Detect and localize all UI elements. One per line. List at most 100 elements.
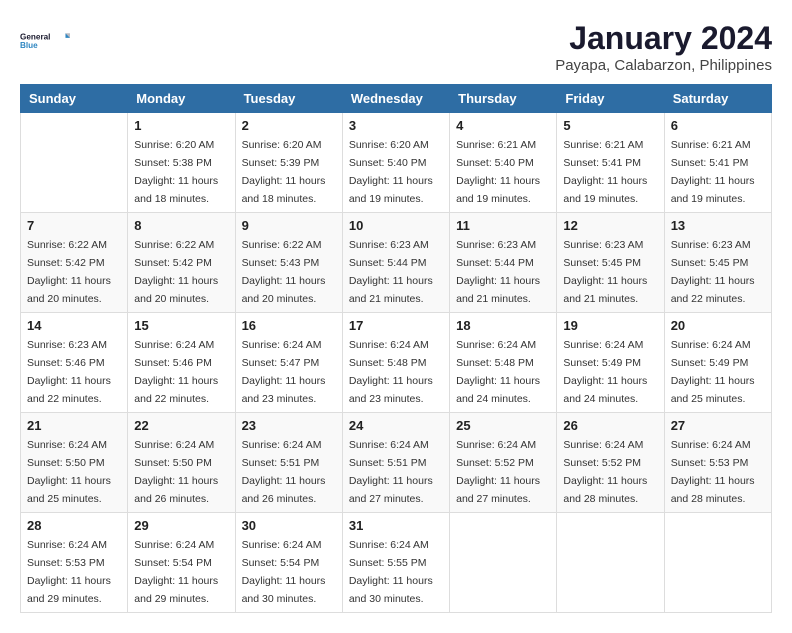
calendar-cell: 17 Sunrise: 6:24 AMSunset: 5:48 PMDaylig… bbox=[342, 313, 449, 413]
day-info: Sunrise: 6:23 AMSunset: 5:46 PMDaylight:… bbox=[27, 339, 111, 405]
calendar-week-row: 14 Sunrise: 6:23 AMSunset: 5:46 PMDaylig… bbox=[21, 313, 772, 413]
svg-text:Blue: Blue bbox=[20, 41, 38, 50]
calendar-cell: 24 Sunrise: 6:24 AMSunset: 5:51 PMDaylig… bbox=[342, 413, 449, 513]
calendar-cell bbox=[21, 113, 128, 213]
calendar-cell: 11 Sunrise: 6:23 AMSunset: 5:44 PMDaylig… bbox=[450, 213, 557, 313]
day-info: Sunrise: 6:24 AMSunset: 5:49 PMDaylight:… bbox=[671, 339, 755, 405]
day-number: 2 bbox=[242, 118, 336, 133]
calendar-cell: 6 Sunrise: 6:21 AMSunset: 5:41 PMDayligh… bbox=[664, 113, 771, 213]
day-info: Sunrise: 6:24 AMSunset: 5:47 PMDaylight:… bbox=[242, 339, 326, 405]
day-info: Sunrise: 6:24 AMSunset: 5:50 PMDaylight:… bbox=[27, 439, 111, 505]
day-number: 31 bbox=[349, 518, 443, 533]
weekday-header-thursday: Thursday bbox=[450, 85, 557, 113]
day-number: 9 bbox=[242, 218, 336, 233]
weekday-header-friday: Friday bbox=[557, 85, 664, 113]
day-number: 4 bbox=[456, 118, 550, 133]
page-header: General Blue January 2024 Payapa, Calaba… bbox=[20, 20, 772, 74]
calendar-cell: 9 Sunrise: 6:22 AMSunset: 5:43 PMDayligh… bbox=[235, 213, 342, 313]
svg-text:General: General bbox=[20, 33, 50, 42]
day-number: 19 bbox=[563, 318, 657, 333]
day-info: Sunrise: 6:24 AMSunset: 5:52 PMDaylight:… bbox=[563, 439, 647, 505]
day-info: Sunrise: 6:24 AMSunset: 5:52 PMDaylight:… bbox=[456, 439, 540, 505]
calendar-cell: 22 Sunrise: 6:24 AMSunset: 5:50 PMDaylig… bbox=[128, 413, 235, 513]
day-info: Sunrise: 6:23 AMSunset: 5:44 PMDaylight:… bbox=[456, 239, 540, 305]
day-number: 23 bbox=[242, 418, 336, 433]
day-number: 18 bbox=[456, 318, 550, 333]
weekday-header-row: SundayMondayTuesdayWednesdayThursdayFrid… bbox=[21, 85, 772, 113]
day-number: 16 bbox=[242, 318, 336, 333]
day-number: 17 bbox=[349, 318, 443, 333]
day-number: 24 bbox=[349, 418, 443, 433]
day-number: 10 bbox=[349, 218, 443, 233]
day-info: Sunrise: 6:20 AMSunset: 5:40 PMDaylight:… bbox=[349, 139, 433, 205]
calendar-cell: 25 Sunrise: 6:24 AMSunset: 5:52 PMDaylig… bbox=[450, 413, 557, 513]
day-info: Sunrise: 6:21 AMSunset: 5:41 PMDaylight:… bbox=[563, 139, 647, 205]
day-info: Sunrise: 6:22 AMSunset: 5:42 PMDaylight:… bbox=[134, 239, 218, 305]
title-block: January 2024 Payapa, Calabarzon, Philipp… bbox=[555, 20, 772, 74]
day-info: Sunrise: 6:24 AMSunset: 5:53 PMDaylight:… bbox=[671, 439, 755, 505]
day-number: 14 bbox=[27, 318, 121, 333]
day-info: Sunrise: 6:23 AMSunset: 5:45 PMDaylight:… bbox=[671, 239, 755, 305]
calendar-cell bbox=[664, 513, 771, 613]
calendar-cell: 12 Sunrise: 6:23 AMSunset: 5:45 PMDaylig… bbox=[557, 213, 664, 313]
day-number: 5 bbox=[563, 118, 657, 133]
calendar-cell: 10 Sunrise: 6:23 AMSunset: 5:44 PMDaylig… bbox=[342, 213, 449, 313]
calendar-title: January 2024 bbox=[555, 20, 772, 57]
calendar-cell: 4 Sunrise: 6:21 AMSunset: 5:40 PMDayligh… bbox=[450, 113, 557, 213]
weekday-header-monday: Monday bbox=[128, 85, 235, 113]
calendar-cell bbox=[450, 513, 557, 613]
day-number: 1 bbox=[134, 118, 228, 133]
day-info: Sunrise: 6:24 AMSunset: 5:51 PMDaylight:… bbox=[349, 439, 433, 505]
calendar-cell: 28 Sunrise: 6:24 AMSunset: 5:53 PMDaylig… bbox=[21, 513, 128, 613]
day-number: 12 bbox=[563, 218, 657, 233]
calendar-week-row: 7 Sunrise: 6:22 AMSunset: 5:42 PMDayligh… bbox=[21, 213, 772, 313]
day-number: 25 bbox=[456, 418, 550, 433]
day-number: 26 bbox=[563, 418, 657, 433]
calendar-cell bbox=[557, 513, 664, 613]
calendar-cell: 19 Sunrise: 6:24 AMSunset: 5:49 PMDaylig… bbox=[557, 313, 664, 413]
day-info: Sunrise: 6:20 AMSunset: 5:38 PMDaylight:… bbox=[134, 139, 218, 205]
calendar-cell: 14 Sunrise: 6:23 AMSunset: 5:46 PMDaylig… bbox=[21, 313, 128, 413]
day-info: Sunrise: 6:24 AMSunset: 5:54 PMDaylight:… bbox=[134, 539, 218, 605]
day-number: 27 bbox=[671, 418, 765, 433]
calendar-cell: 30 Sunrise: 6:24 AMSunset: 5:54 PMDaylig… bbox=[235, 513, 342, 613]
day-number: 28 bbox=[27, 518, 121, 533]
calendar-cell: 27 Sunrise: 6:24 AMSunset: 5:53 PMDaylig… bbox=[664, 413, 771, 513]
day-info: Sunrise: 6:22 AMSunset: 5:43 PMDaylight:… bbox=[242, 239, 326, 305]
day-number: 20 bbox=[671, 318, 765, 333]
day-info: Sunrise: 6:20 AMSunset: 5:39 PMDaylight:… bbox=[242, 139, 326, 205]
calendar-cell: 23 Sunrise: 6:24 AMSunset: 5:51 PMDaylig… bbox=[235, 413, 342, 513]
calendar-cell: 7 Sunrise: 6:22 AMSunset: 5:42 PMDayligh… bbox=[21, 213, 128, 313]
calendar-cell: 21 Sunrise: 6:24 AMSunset: 5:50 PMDaylig… bbox=[21, 413, 128, 513]
calendar-cell: 2 Sunrise: 6:20 AMSunset: 5:39 PMDayligh… bbox=[235, 113, 342, 213]
calendar-cell: 31 Sunrise: 6:24 AMSunset: 5:55 PMDaylig… bbox=[342, 513, 449, 613]
calendar-cell: 8 Sunrise: 6:22 AMSunset: 5:42 PMDayligh… bbox=[128, 213, 235, 313]
calendar-cell: 29 Sunrise: 6:24 AMSunset: 5:54 PMDaylig… bbox=[128, 513, 235, 613]
calendar-subtitle: Payapa, Calabarzon, Philippines bbox=[555, 57, 772, 74]
day-number: 29 bbox=[134, 518, 228, 533]
day-info: Sunrise: 6:24 AMSunset: 5:54 PMDaylight:… bbox=[242, 539, 326, 605]
day-number: 30 bbox=[242, 518, 336, 533]
day-number: 6 bbox=[671, 118, 765, 133]
day-info: Sunrise: 6:24 AMSunset: 5:48 PMDaylight:… bbox=[456, 339, 540, 405]
calendar-cell: 20 Sunrise: 6:24 AMSunset: 5:49 PMDaylig… bbox=[664, 313, 771, 413]
calendar-cell: 3 Sunrise: 6:20 AMSunset: 5:40 PMDayligh… bbox=[342, 113, 449, 213]
weekday-header-saturday: Saturday bbox=[664, 85, 771, 113]
day-number: 13 bbox=[671, 218, 765, 233]
day-info: Sunrise: 6:23 AMSunset: 5:45 PMDaylight:… bbox=[563, 239, 647, 305]
day-number: 22 bbox=[134, 418, 228, 433]
weekday-header-wednesday: Wednesday bbox=[342, 85, 449, 113]
calendar-cell: 18 Sunrise: 6:24 AMSunset: 5:48 PMDaylig… bbox=[450, 313, 557, 413]
day-info: Sunrise: 6:24 AMSunset: 5:53 PMDaylight:… bbox=[27, 539, 111, 605]
day-info: Sunrise: 6:22 AMSunset: 5:42 PMDaylight:… bbox=[27, 239, 111, 305]
weekday-header-tuesday: Tuesday bbox=[235, 85, 342, 113]
day-info: Sunrise: 6:24 AMSunset: 5:49 PMDaylight:… bbox=[563, 339, 647, 405]
calendar-cell: 15 Sunrise: 6:24 AMSunset: 5:46 PMDaylig… bbox=[128, 313, 235, 413]
day-info: Sunrise: 6:24 AMSunset: 5:51 PMDaylight:… bbox=[242, 439, 326, 505]
day-number: 11 bbox=[456, 218, 550, 233]
logo-svg: General Blue bbox=[20, 20, 70, 62]
calendar-cell: 5 Sunrise: 6:21 AMSunset: 5:41 PMDayligh… bbox=[557, 113, 664, 213]
calendar-week-row: 1 Sunrise: 6:20 AMSunset: 5:38 PMDayligh… bbox=[21, 113, 772, 213]
day-number: 8 bbox=[134, 218, 228, 233]
calendar-cell: 13 Sunrise: 6:23 AMSunset: 5:45 PMDaylig… bbox=[664, 213, 771, 313]
